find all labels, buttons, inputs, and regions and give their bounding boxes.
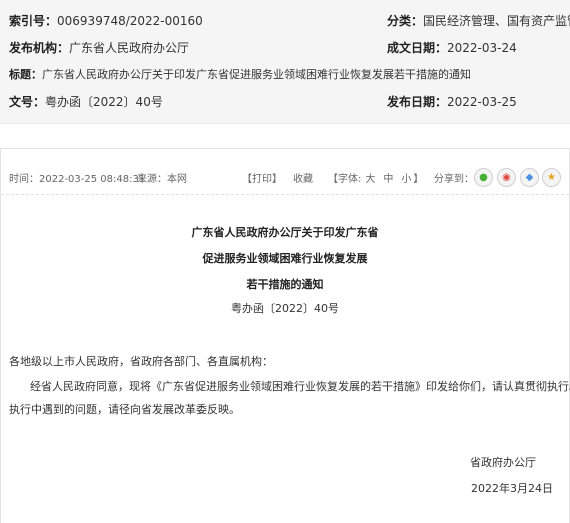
docno-value: 粤办函〔2022〕40号 [45,95,163,109]
star-icon[interactable]: ★ [542,168,561,187]
issuer-label: 发布机构： [9,41,70,55]
category-label: 分类： [387,14,424,28]
article-title-line3: 若干措施的通知 [246,278,324,291]
title-row: 标题：广东省人民政府办公厅关于印发广东省促进服务业领域困难行业恢复发展若干措施的… [9,66,471,84]
font-small-link[interactable]: 小 [401,174,411,185]
date-written-value: 2022-03-24 [447,41,517,55]
docno-row: 文号：粤办函〔2022〕40号 [9,93,163,111]
pubdate-value: 2022-03-25 [447,95,517,109]
publish-time: 时间：2022-03-25 08:48:31 [9,174,146,185]
index-number-value: 006939748/2022-00160 [57,14,203,28]
favorite-link[interactable]: 收藏 [293,174,313,186]
font-large-link[interactable]: 大 [365,174,375,185]
signature: 省政府办公厅 [470,456,536,469]
document-metadata: 索引号：006939748/2022-00160 分类：国民经济管理、国有资产监… [0,0,570,124]
date-written-label: 成文日期： [387,41,448,55]
weibo-icon[interactable]: ◉ [497,168,516,187]
paragraph-1: 经省人民政府同意，现将《广东省促进服务业领域困难行业恢复发展的若干措施》印发给你… [30,380,570,393]
source-text: 来源：本网 [137,174,187,185]
wechat-icon[interactable]: ● [474,168,493,187]
index-number-row: 索引号：006939748/2022-00160 [9,12,203,30]
print-link[interactable]: 【打印】 [242,174,282,186]
docno-label: 文号： [9,95,46,109]
paragraph-2: 执行中遇到的问题，请径向省发展改革委反映。 [9,403,240,416]
category-value: 国民经济管理、国有资产监管 [423,14,570,28]
qq-icon[interactable]: ◆ [520,168,539,187]
signature-date: 2022年3月24日 [471,482,553,495]
issuer-row: 发布机构：广东省人民政府办公厅 [9,39,189,57]
font-size-label: 【字体: [328,174,362,185]
title-value: 广东省人民政府办公厅关于印发广东省促进服务业领域困难行业恢复发展若干措施的通知 [42,68,471,81]
category-row: 分类：国民经济管理、国有资产监管 [387,12,570,30]
font-size-control: 【字体: 大中小】 [328,174,423,186]
font-size-close: 】 [413,174,424,185]
issuer-value: 广东省人民政府办公厅 [69,41,190,55]
date-written-row: 成文日期：2022-03-24 [387,39,517,57]
article-title-line2: 促进服务业领域困难行业恢复发展 [202,252,368,265]
pubdate-row: 发布日期：2022-03-25 [387,93,517,111]
title-label: 标题： [9,68,42,81]
font-medium-link[interactable]: 中 [383,174,393,185]
article-toolbar: 时间：2022-03-25 08:48:31 来源：本网 【打印】 收藏 【字体… [1,149,569,195]
index-number-label: 索引号： [9,14,58,28]
article-doc-number: 粤办函〔2022〕40号 [231,302,339,315]
article-title-line1: 广东省人民政府办公厅关于印发广东省 [191,226,379,239]
addressee: 各地级以上市人民政府，省政府各部门、各直属机构： [9,355,273,368]
share-label: 分享到： [434,174,474,185]
pubdate-label: 发布日期： [387,95,448,109]
